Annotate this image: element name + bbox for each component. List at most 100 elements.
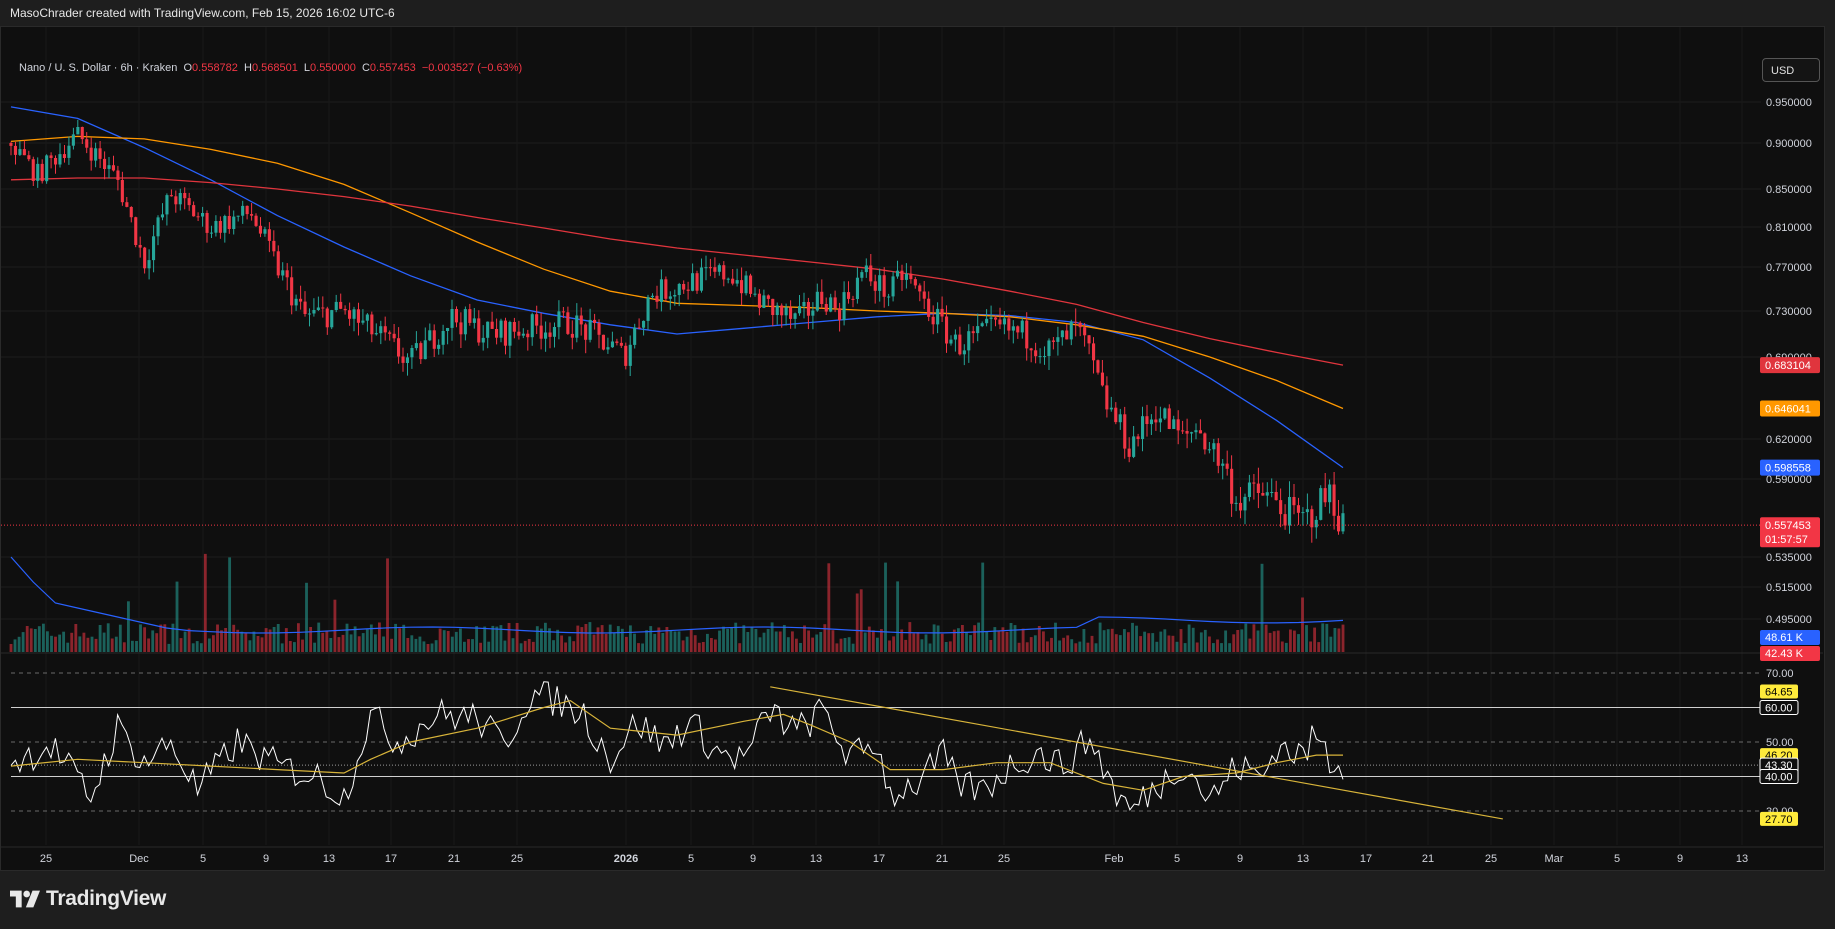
volume-bar xyxy=(697,642,701,652)
candle-body xyxy=(940,308,944,317)
volume-bar xyxy=(1191,627,1195,652)
candle-body xyxy=(201,213,205,217)
candle-body xyxy=(343,308,347,311)
volume-bar xyxy=(203,553,207,652)
rsi-badge-label: 64.65 xyxy=(1765,686,1793,698)
volume-bar xyxy=(208,638,211,652)
volume-bar xyxy=(1236,630,1240,652)
candle-body xyxy=(1007,318,1011,331)
time-axis-label: 25 xyxy=(1485,853,1497,865)
volume-bar xyxy=(9,644,13,652)
candle-body xyxy=(13,145,18,155)
volume-bar xyxy=(693,635,697,652)
candle-body xyxy=(530,314,534,338)
candle-body xyxy=(976,326,980,334)
candle-body xyxy=(18,149,22,155)
volume-bar xyxy=(1301,597,1304,652)
volume-bar xyxy=(106,623,110,652)
volume-bar xyxy=(1151,633,1155,652)
volume-bar xyxy=(859,589,863,652)
volume-bar xyxy=(1337,628,1341,652)
candle-body xyxy=(699,267,704,291)
candle-body xyxy=(1288,497,1292,526)
chart-frame[interactable]: 0.950000 0.900000 0.850000 0.810000 0.770000… xyxy=(0,26,1825,871)
candle-body xyxy=(735,280,739,284)
volume-bar xyxy=(288,641,292,652)
time-axis-label: 17 xyxy=(873,853,885,865)
candle-body xyxy=(76,127,80,135)
volume-bar xyxy=(778,631,782,652)
candle-body xyxy=(842,292,846,321)
volume-bar xyxy=(187,628,191,652)
volume-bar xyxy=(1293,630,1296,652)
volume-bar xyxy=(276,624,280,652)
volume-bar xyxy=(450,636,454,652)
candle-body xyxy=(793,313,797,319)
candle-body xyxy=(365,314,369,321)
candle-body xyxy=(58,154,62,165)
candle-body xyxy=(1319,488,1323,520)
volume-bar xyxy=(710,638,713,652)
volume-bar xyxy=(1260,563,1264,652)
volume-bar xyxy=(799,643,802,652)
volume-bar xyxy=(118,624,122,652)
candle-body xyxy=(352,309,356,319)
time-axis-label: Dec xyxy=(129,853,149,865)
candle-body xyxy=(303,301,307,314)
candle-body xyxy=(223,216,227,233)
volume-bar xyxy=(483,626,487,652)
candle-body xyxy=(1136,436,1140,439)
volume-bar xyxy=(42,623,45,652)
volume-bar xyxy=(1183,643,1187,652)
volume-bar xyxy=(479,642,483,652)
time-axis-label: 5 xyxy=(1174,853,1180,865)
volume-bar xyxy=(1098,622,1102,652)
candle-body xyxy=(682,284,686,290)
candle-body xyxy=(1301,512,1305,514)
time-axis-label: 9 xyxy=(1677,853,1683,865)
chart-canvas[interactable]: 0.950000 0.900000 0.850000 0.810000 0.770000… xyxy=(1,27,1824,870)
candle-body xyxy=(1109,407,1113,410)
candle-body xyxy=(196,216,200,218)
candle-body xyxy=(780,305,784,316)
volume-bar xyxy=(313,642,317,652)
volume-bar xyxy=(1139,636,1143,652)
candle-body xyxy=(111,165,116,171)
volume-bar xyxy=(309,627,313,652)
candle-body xyxy=(642,320,646,328)
volume-bar xyxy=(467,639,470,652)
candle-body xyxy=(1328,484,1332,503)
candle-body xyxy=(183,193,187,199)
candle-body xyxy=(468,309,472,323)
candle-body xyxy=(1065,330,1069,340)
candle-body xyxy=(294,298,298,306)
volume-bar xyxy=(374,634,377,652)
candle-body xyxy=(967,331,971,351)
candle-body xyxy=(740,280,744,294)
time-axis-label: 17 xyxy=(1360,853,1372,865)
currency-button[interactable]: USD xyxy=(1762,58,1820,82)
candle-body xyxy=(143,247,147,269)
volume-bar xyxy=(280,643,284,652)
candle-body xyxy=(508,322,512,346)
candle-body xyxy=(1234,502,1238,504)
candle-body xyxy=(896,270,900,277)
candle-body xyxy=(637,327,641,329)
candle-body xyxy=(245,205,249,215)
volume-bar xyxy=(1297,634,1300,652)
volume-bar xyxy=(556,629,560,652)
candle-body xyxy=(1221,463,1225,466)
candle-body xyxy=(1056,337,1060,342)
candle-body xyxy=(330,310,334,328)
volume-bar xyxy=(892,636,896,652)
candle-body xyxy=(593,319,597,323)
candle-body xyxy=(566,312,570,334)
price-badge-label: 0.598558 xyxy=(1765,463,1811,475)
volume-bar xyxy=(143,627,147,652)
candle-body xyxy=(503,320,508,346)
candle-body xyxy=(272,240,276,252)
volume-bar xyxy=(924,634,928,652)
candle-body xyxy=(900,270,904,280)
low-value: 0.550000 xyxy=(310,62,356,74)
candle-body xyxy=(1207,449,1211,451)
